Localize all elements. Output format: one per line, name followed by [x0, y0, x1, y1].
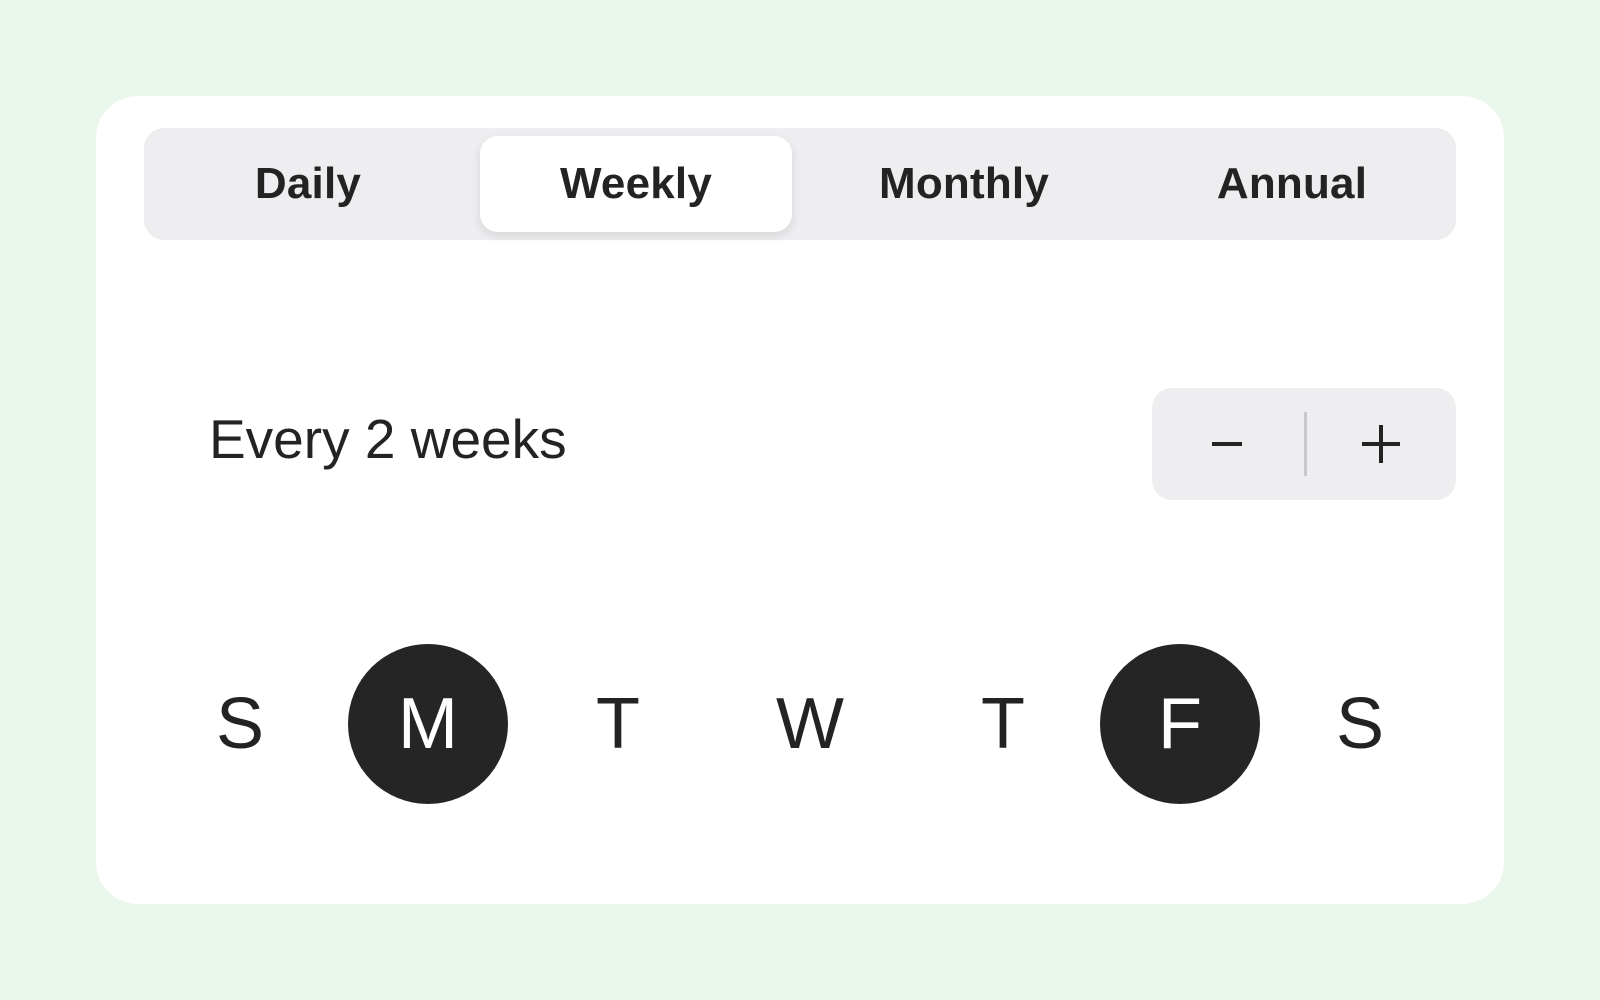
tab-daily[interactable]: Daily	[152, 136, 464, 232]
day-tuesday[interactable]: T	[538, 644, 698, 804]
day-saturday[interactable]: S	[1280, 644, 1440, 804]
day-friday[interactable]: F	[1100, 644, 1260, 804]
tab-weekly[interactable]: Weekly	[480, 136, 792, 232]
day-wednesday[interactable]: W	[730, 644, 890, 804]
recurrence-card: Daily Weekly Monthly Annual Every 2 week…	[96, 96, 1504, 904]
interval-label: Every 2 weeks	[209, 408, 567, 470]
tab-monthly[interactable]: Monthly	[808, 136, 1120, 232]
day-sunday[interactable]: S	[160, 644, 320, 804]
tab-annual[interactable]: Annual	[1136, 136, 1448, 232]
day-monday[interactable]: M	[348, 644, 508, 804]
increment-button[interactable]	[1306, 388, 1456, 500]
minus-icon	[1212, 442, 1242, 446]
decrement-button[interactable]	[1152, 388, 1302, 500]
day-thursday[interactable]: T	[923, 644, 1083, 804]
frequency-segmented-control: Daily Weekly Monthly Annual	[144, 128, 1456, 240]
interval-stepper	[1152, 388, 1456, 500]
plus-icon	[1362, 425, 1400, 463]
